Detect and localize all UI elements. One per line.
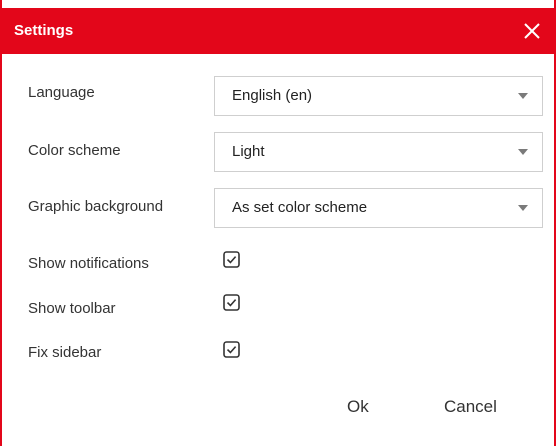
checkbox-checked-icon <box>223 294 240 311</box>
color-scheme-select-value: Light <box>232 143 265 160</box>
color-scheme-label: Color scheme <box>28 142 121 159</box>
language-select-value: English (en) <box>232 87 313 104</box>
graphic-background-select[interactable]: As set color scheme <box>214 188 543 228</box>
show-toolbar-label: Show toolbar <box>28 300 116 317</box>
language-select[interactable]: English (en) <box>214 76 543 116</box>
chevron-down-icon <box>518 149 528 155</box>
dialog-titlebar: Settings <box>2 8 554 54</box>
graphic-background-label: Graphic background <box>28 198 164 215</box>
close-icon[interactable] <box>518 17 546 45</box>
chevron-down-icon <box>518 93 528 99</box>
fix-sidebar-checkbox[interactable] <box>223 341 240 358</box>
ok-button[interactable]: Ok <box>347 390 369 424</box>
show-notifications-label: Show notifications <box>28 255 149 272</box>
language-label: Language <box>28 84 95 101</box>
color-scheme-select[interactable]: Light <box>214 132 543 172</box>
cancel-button[interactable]: Cancel <box>444 390 497 424</box>
fix-sidebar-label: Fix sidebar <box>28 344 102 361</box>
chevron-down-icon <box>518 205 528 211</box>
show-notifications-checkbox[interactable] <box>223 251 240 268</box>
checkbox-checked-icon <box>223 251 240 268</box>
settings-dialog: Settings Language English (en) Color sch… <box>0 0 556 446</box>
dialog-title: Settings <box>14 22 74 39</box>
show-toolbar-checkbox[interactable] <box>223 294 240 311</box>
checkbox-checked-icon <box>223 341 240 358</box>
graphic-background-select-value: As set color scheme <box>232 199 368 216</box>
